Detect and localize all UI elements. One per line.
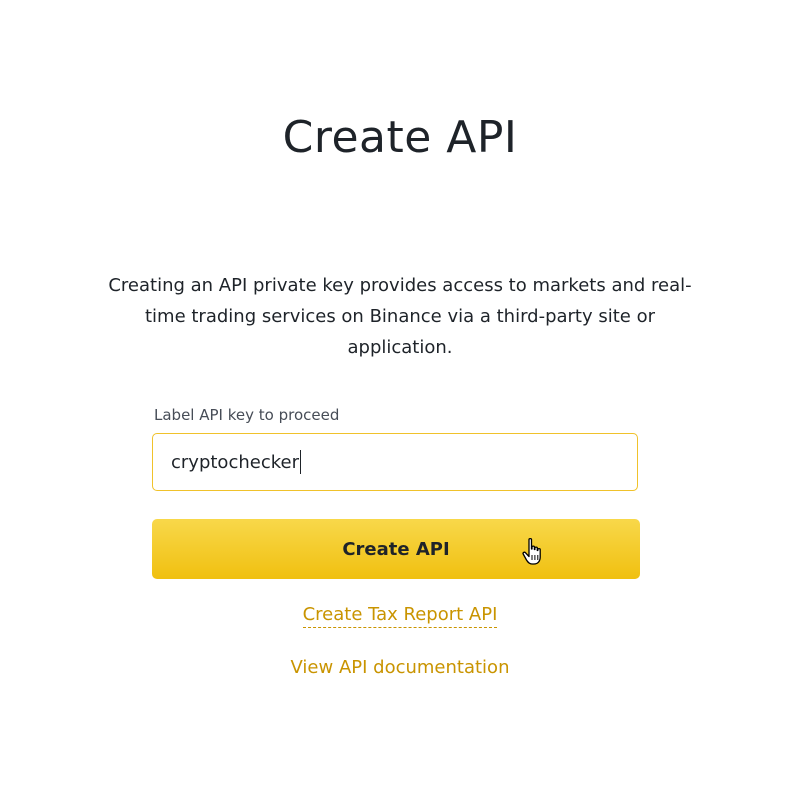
tax-report-api-link-row: Create Tax Report API [0, 604, 800, 628]
api-key-label-value[interactable]: cryptochecker [171, 452, 299, 473]
page-description: Creating an API private key provides acc… [108, 275, 692, 358]
hand-pointer-icon [522, 537, 541, 565]
api-key-label-input[interactable]: cryptochecker [152, 433, 638, 491]
api-key-label: Label API key to proceed [154, 406, 340, 424]
page-title: Create API [282, 112, 518, 163]
text-caret [299, 450, 302, 474]
create-api-page: Create API Creating an API private key p… [0, 0, 800, 800]
api-documentation-link[interactable]: View API documentation [0, 657, 800, 678]
create-api-button[interactable]: Create API [152, 519, 640, 579]
tax-report-api-link[interactable]: Create Tax Report API [302, 604, 498, 628]
